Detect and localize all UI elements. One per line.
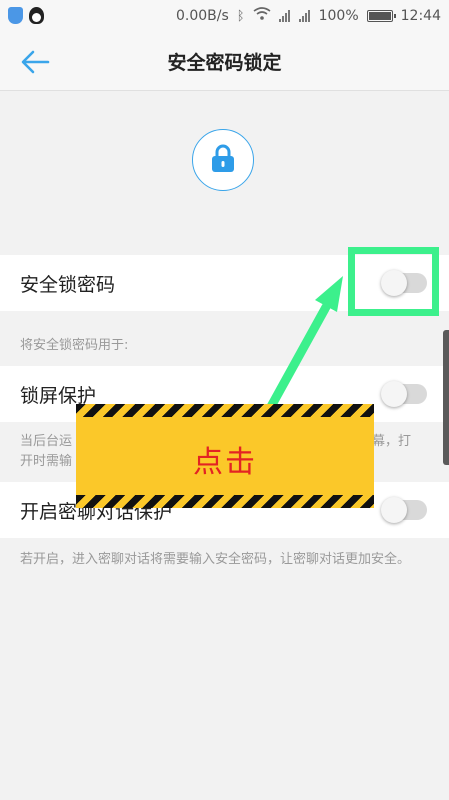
hazard-stripe-bottom: [76, 495, 374, 508]
click-annotation-text: 点击: [193, 445, 257, 480]
hazard-stripe-top: [76, 404, 374, 417]
click-annotation-banner: 点击: [76, 404, 374, 508]
pointer-arrow: [263, 276, 343, 417]
